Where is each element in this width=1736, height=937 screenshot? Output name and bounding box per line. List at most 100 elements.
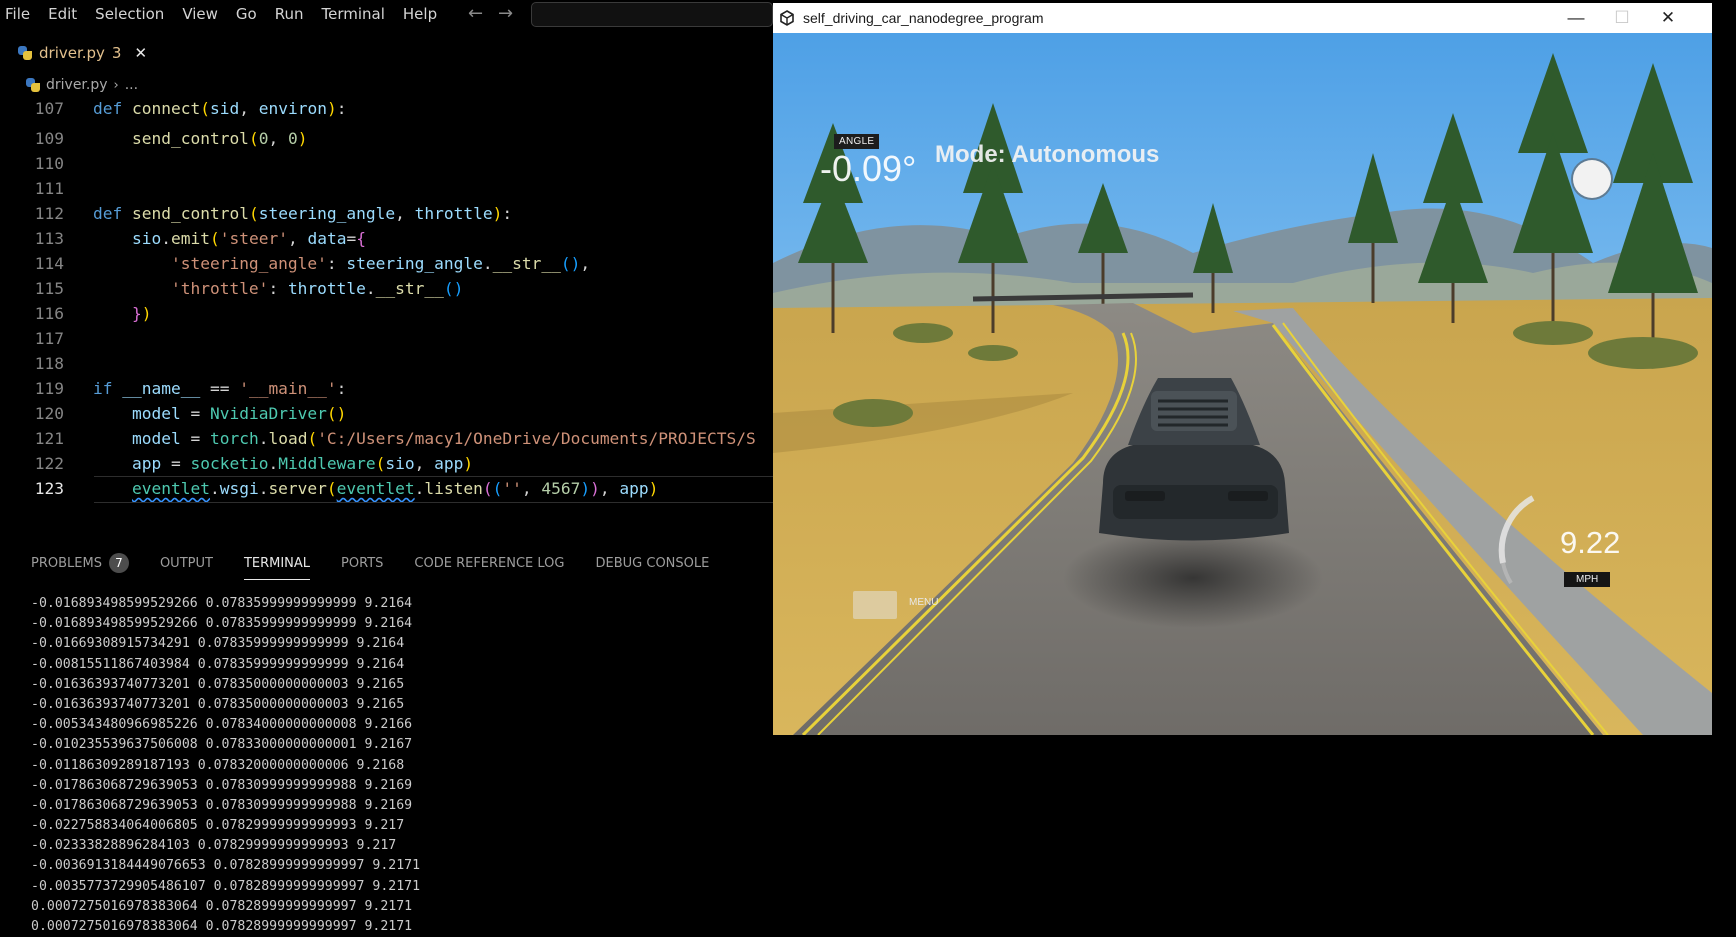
line-code[interactable]: }) [93,301,152,326]
panel-tab-label: TERMINAL [243,555,311,571]
breadcrumb-symbol[interactable]: ... [125,77,138,93]
line-code[interactable]: eventlet.wsgi.server(eventlet.listen((''… [93,476,658,501]
line-number: 113 [34,229,64,248]
tab-terminal[interactable]: TERMINAL [243,555,311,580]
terminal-line: -0.01636393740773201 0.07835000000000003… [31,676,405,692]
close-icon[interactable]: ✕ [134,44,147,62]
line-number: 111 [34,179,64,198]
menu-button[interactable] [853,591,897,619]
line-code[interactable]: def connect(sid, environ): [93,96,346,121]
back-arrow-icon[interactable]: ← [468,3,483,24]
terminal-line: -0.0035773729905486107 0.078289999999999… [31,878,421,894]
code-line[interactable]: 109 send_control(0, 0) [0,126,776,151]
python-file-icon [18,46,32,60]
line-number: 121 [34,429,64,448]
maximize-icon[interactable]: ☐ [1599,3,1645,33]
terminal-line: -0.016893498599529266 0.0783599999999999… [31,616,413,632]
menu-terminal[interactable]: Terminal [313,5,394,23]
driving-scene [773,33,1712,735]
terminal-line: -0.02333828896284103 0.07829999999999993… [31,838,397,854]
menu-edit[interactable]: Edit [39,5,86,23]
panel-tab-label: OUTPUT [159,555,213,571]
breadcrumb-file[interactable]: driver.py [46,77,108,93]
code-line[interactable]: 117 [0,326,776,351]
record-button[interactable] [1573,160,1611,198]
line-number: 110 [34,154,64,173]
panel-tab-label: PROBLEMS [31,555,102,571]
line-number: 117 [34,329,64,348]
code-line[interactable]: 107 def connect(sid, environ): [0,96,776,121]
code-line[interactable]: 112 def send_control(steering_angle, thro… [0,201,776,226]
terminal-line: -0.00815511867403984 0.07835999999999999… [31,656,405,672]
code-line[interactable]: 123 eventlet.wsgi.server(eventlet.listen… [0,476,776,501]
code-line[interactable]: 113 sio.emit('steer', data={ [0,226,776,251]
menu-selection[interactable]: Selection [86,5,173,23]
tab-problem-count: 3 [111,44,122,62]
speed-readout: 9.22 [1560,525,1621,560]
terminal-line: 0.0007275016978383064 0.0782899999999999… [31,898,413,914]
panel-tab-label: DEBUG CONSOLE [595,555,710,571]
line-code[interactable]: sio.emit('steer', data={ [93,226,366,251]
line-number: 122 [34,454,64,473]
simulator-viewport[interactable]: ANGLE -0.09° Mode: Autonomous 9.22 MPH M… [773,33,1712,735]
code-line[interactable]: 122 app = socketio.Middleware(sio, app) [0,451,776,476]
code-line[interactable]: 118 [0,351,776,376]
tab-output[interactable]: OUTPUT [160,556,213,571]
forward-arrow-icon[interactable]: → [498,3,513,24]
line-code[interactable]: 'throttle': throttle.__str__() [93,276,463,301]
terminal-line: 0.0007275016978383064 0.0782899999999999… [31,919,413,934]
code-line[interactable]: 114 'steering_angle': steering_angle.__s… [0,251,776,276]
line-number: 107 [34,99,64,118]
menu-run[interactable]: Run [266,5,313,23]
code-line[interactable]: 119 if __name__ == '__main__': [0,376,776,401]
menu-view[interactable]: View [173,5,227,23]
menu-help[interactable]: Help [394,5,446,23]
line-number: 112 [34,204,64,223]
tab-driver-py[interactable]: driver.py 3 ✕ [18,44,147,62]
menu-label[interactable]: MENU [909,597,938,608]
python-file-icon [26,78,40,92]
code-line[interactable]: 120 model = NvidiaDriver() [0,401,776,426]
simulator-titlebar[interactable]: self_driving_car_nanodegree_program — ☐ … [773,3,1712,33]
line-code[interactable]: send_control(0, 0) [93,126,307,151]
command-center-search[interactable] [531,2,773,27]
panel-tab-label: PORTS [341,555,384,571]
terminal-line: -0.01636393740773201 0.07835000000000003… [31,696,405,712]
angle-label: ANGLE [834,134,880,149]
terminal-line: -0.016893498599529266 0.0783599999999999… [31,596,413,611]
mode-indicator: Mode: Autonomous [935,141,1160,168]
line-code[interactable]: app = socketio.Middleware(sio, app) [93,451,473,476]
minimize-icon[interactable]: — [1553,3,1599,33]
steering-angle-readout: -0.09° [820,148,917,189]
line-number: 119 [34,379,64,398]
code-editor[interactable]: 107 def connect(sid, environ): 109 send_co… [0,96,776,510]
line-code[interactable]: model = NvidiaDriver() [93,401,346,426]
line-code[interactable]: if __name__ == '__main__': [93,376,346,401]
line-number: 114 [34,254,64,273]
code-line[interactable]: 110 [0,151,776,176]
tab-debug-console[interactable]: DEBUG CONSOLE [596,556,710,571]
code-line[interactable]: 116 }) [0,301,776,326]
line-code[interactable]: def send_control(steering_angle, throttl… [93,201,512,226]
line-number: 116 [34,304,64,323]
tab-ports[interactable]: PORTS [341,556,383,571]
menu-file[interactable]: File [0,5,39,23]
close-window-icon[interactable]: ✕ [1645,3,1691,33]
breadcrumb: driver.py › ... [26,77,138,93]
panel-tabs: PROBLEMS 7 OUTPUT TERMINAL PORTS CODE REFEREN… [0,548,776,580]
tab-problems[interactable]: PROBLEMS 7 [31,553,129,573]
menu-go[interactable]: Go [227,5,266,23]
tab-code-reference-log[interactable]: CODE REFERENCE LOG [414,556,564,571]
line-number: 109 [34,129,64,148]
code-line[interactable]: 111 [0,176,776,201]
line-code[interactable]: 'steering_angle': steering_angle.__str__… [93,251,590,276]
code-line[interactable]: 121 model = torch.load('C:/Users/macy1/O… [0,426,776,451]
code-line[interactable]: 115 'throttle': throttle.__str__() [0,276,776,301]
terminal-output[interactable]: -0.016893498599529266 0.0783599999999999… [31,594,776,937]
line-code[interactable]: model = torch.load('C:/Users/macy1/OneDr… [93,426,756,451]
tab-filename: driver.py [39,44,105,62]
line-number: 120 [34,404,64,423]
terminal-line: -0.01669308915734291 0.07835999999999999… [31,636,405,652]
terminal-line: -0.017863068729639053 0.0783099999999998… [31,797,413,813]
terminal-line: -0.010235539637506008 0.0783300000000000… [31,737,413,753]
